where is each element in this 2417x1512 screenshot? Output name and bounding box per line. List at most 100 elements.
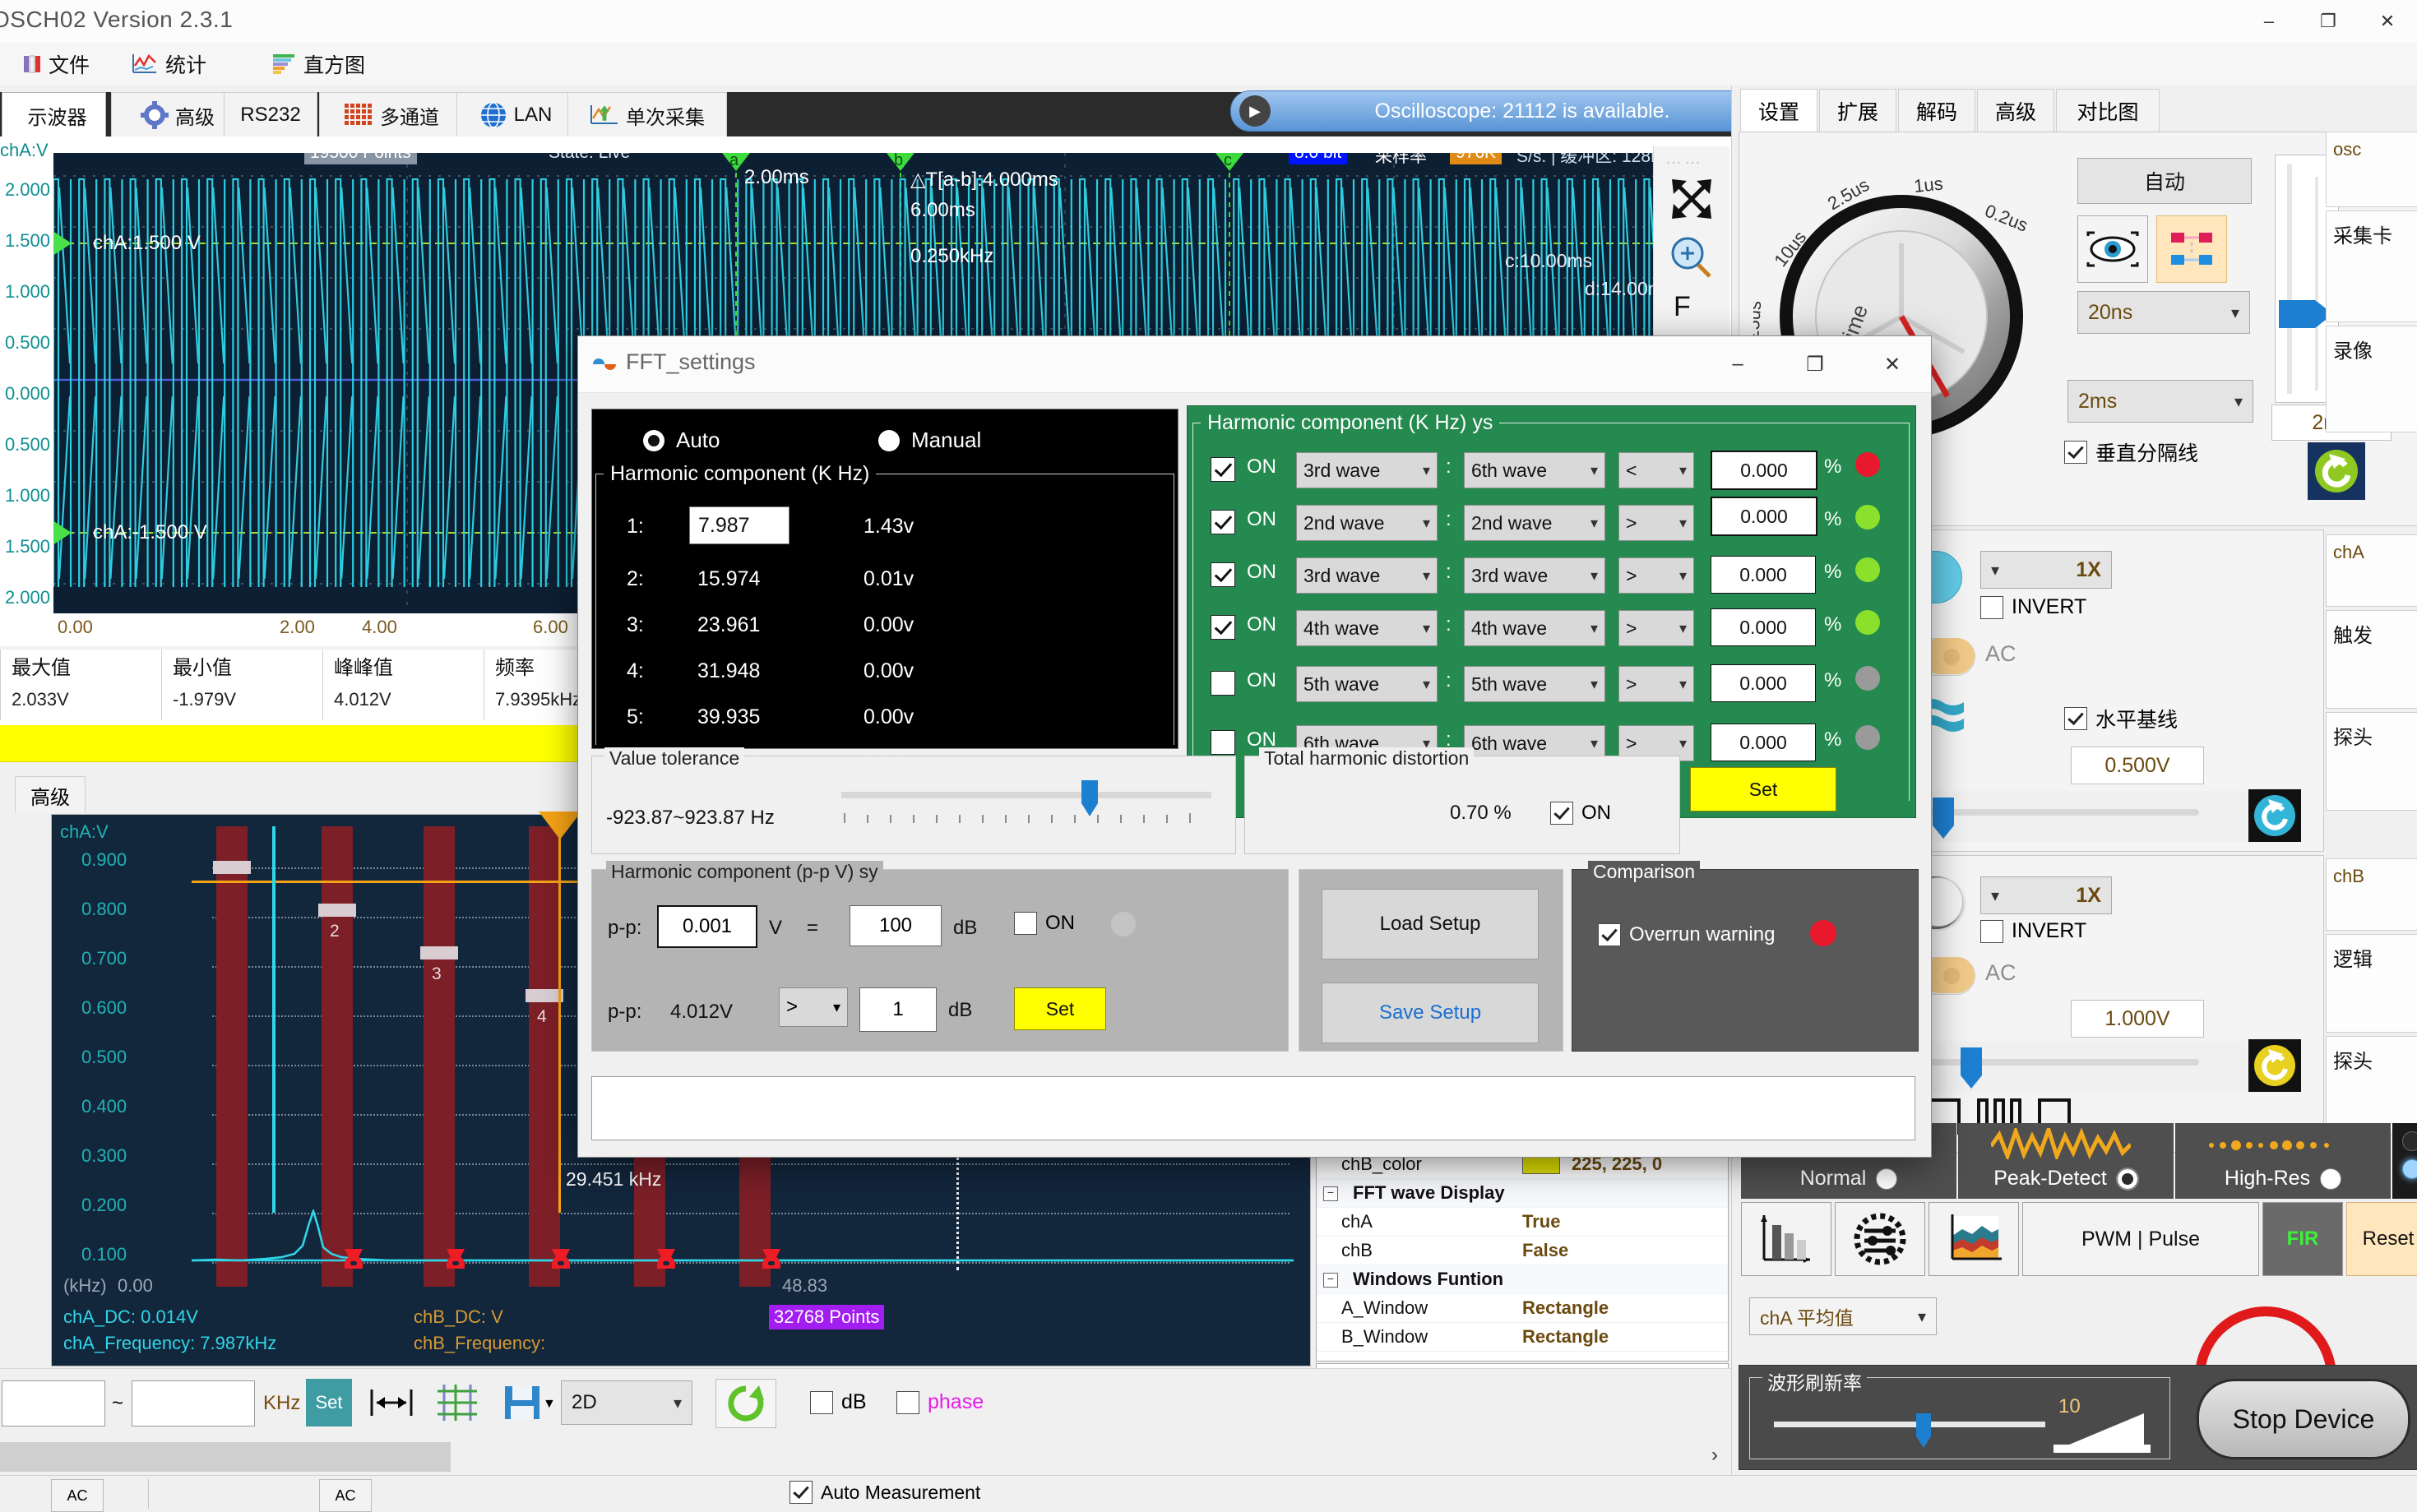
pp-row1-db-input[interactable]: 100: [850, 905, 942, 946]
ys-row-4-wave-b-select[interactable]: 4th wave ▾: [1464, 610, 1605, 646]
phase-checkbox-box[interactable]: [896, 1390, 919, 1414]
side-label-logic[interactable]: 逻辑: [2326, 934, 2417, 1033]
ys-row-3-value-input[interactable]: 0.000: [1711, 556, 1816, 594]
prop-row-b-window[interactable]: B_Window Rectangle: [1317, 1323, 1728, 1352]
fit-width-icon[interactable]: [362, 1379, 421, 1426]
dialog-minimize-button[interactable]: –: [1699, 336, 1776, 392]
area-chart-icon[interactable]: [1929, 1202, 2019, 1276]
mode-manual-radio-group[interactable]: Manual: [878, 428, 981, 453]
ys-row-2-wave-a-select[interactable]: 2nd wave ▾: [1296, 505, 1438, 541]
stop-device-button[interactable]: Stop Device: [2197, 1379, 2410, 1459]
tab-lan[interactable]: LAN: [456, 92, 575, 137]
freq-range-from-input[interactable]: [2, 1380, 105, 1426]
ys-row-3-wave-b-select[interactable]: 3rd wave ▾: [1464, 557, 1605, 594]
tab-multichannel[interactable]: 多通道: [319, 92, 464, 137]
ys-row-4-operator-select[interactable]: > ▾: [1618, 610, 1694, 646]
prop-row-chb[interactable]: chB False: [1317, 1237, 1728, 1265]
eye-icon[interactable]: [2077, 215, 2148, 283]
freq-range-to-input[interactable]: [132, 1380, 255, 1426]
reset-button[interactable]: Reset: [2346, 1202, 2417, 1276]
prop-group-windows-function[interactable]: − Windows Funtion: [1317, 1265, 1728, 1294]
side-label-cha[interactable]: chA: [2326, 534, 2417, 607]
side-label-acq-card[interactable]: 采集卡: [2326, 210, 2417, 322]
side-label-osc[interactable]: osc: [2326, 132, 2417, 207]
trigger-high-handle[interactable]: [53, 229, 72, 257]
pp-row2-db-input[interactable]: 1: [859, 987, 937, 1032]
drag-handle-dots[interactable]: ……: [1665, 150, 1703, 169]
ys-row-2-checkbox[interactable]: [1211, 510, 1235, 534]
average-select[interactable]: chA 平均值 ▾: [1749, 1297, 1937, 1335]
pp-set-button[interactable]: Set: [1014, 987, 1106, 1030]
vertical-divider-checkbox[interactable]: 垂直分隔线: [2064, 437, 2198, 467]
side-label-probe-a[interactable]: 探头: [2326, 712, 2417, 811]
ys-row-5-value-input[interactable]: 0.000: [1711, 664, 1816, 702]
timebase-coarse-select[interactable]: 2ms ▾: [2067, 380, 2253, 423]
harmonic-row-1-frequency-input[interactable]: 7.987: [689, 506, 789, 544]
grid-icon[interactable]: [428, 1379, 487, 1426]
pp-row1-on-checkbox[interactable]: ON: [1014, 912, 1075, 935]
mode-auto-radio-group[interactable]: Auto: [643, 428, 720, 453]
window-minimize-button[interactable]: –: [2239, 0, 2299, 43]
phase-checkbox[interactable]: phase: [896, 1390, 984, 1414]
chb-coupling-button[interactable]: AC: [319, 1479, 372, 1512]
tab-oscilloscope[interactable]: 示波器: [2, 92, 106, 137]
cha-invert-checkbox-box[interactable]: [1980, 595, 2003, 619]
auto-measurement-checkbox-box[interactable]: [789, 1481, 813, 1504]
side-label-probe-b[interactable]: 探头: [2326, 1036, 2417, 1135]
prop-row-cha[interactable]: chA True: [1317, 1208, 1728, 1237]
gen-mode-sine-radio[interactable]: [2402, 1131, 2417, 1151]
ys-row-3-operator-select[interactable]: > ▾: [1618, 557, 1694, 594]
refresh-rate-thumb[interactable]: [1916, 1413, 1931, 1436]
zoom-in-icon[interactable]: [1667, 234, 1715, 281]
harmonic-set-button[interactable]: Set: [1690, 767, 1836, 811]
freq-range-set-button[interactable]: Set: [306, 1379, 352, 1426]
ys-row-2-value-input[interactable]: 0.000: [1711, 497, 1817, 536]
bar-chart-icon[interactable]: [1741, 1202, 1831, 1276]
chb-probe-select[interactable]: ▾ 1X: [1980, 876, 2112, 914]
mode-manual-radio[interactable]: [878, 429, 900, 451]
db-checkbox-box[interactable]: [810, 1390, 833, 1414]
auto-button[interactable]: 自动: [2077, 158, 2252, 204]
ys-row-1-checkbox[interactable]: [1211, 457, 1235, 482]
ys-row-5-checkbox[interactable]: [1211, 671, 1235, 696]
thd-on-checkbox[interactable]: ON: [1550, 802, 1611, 825]
ys-row-1-wave-b-select[interactable]: 6th wave ▾: [1464, 452, 1605, 488]
pp-row2-operator-select[interactable]: > ▾: [779, 987, 848, 1027]
tab-settings[interactable]: 设置: [1740, 89, 1817, 132]
thd-on-checkbox-box[interactable]: [1550, 802, 1573, 825]
db-checkbox[interactable]: dB: [810, 1390, 867, 1414]
cha-probe-select[interactable]: ▾ 1X: [1980, 551, 2112, 589]
ys-row-2-wave-b-select[interactable]: 2nd wave ▾: [1464, 505, 1605, 541]
expand-more-icon[interactable]: ›: [1711, 1444, 1718, 1467]
prop-row-a-window[interactable]: A_Window Rectangle: [1317, 1294, 1728, 1323]
f-icon[interactable]: F: [1674, 291, 1691, 323]
collapse-icon-fft-wave-display[interactable]: −: [1323, 1186, 1338, 1201]
acq-mode-normal-radio[interactable]: [1876, 1168, 1898, 1190]
acq-mode-peak-detect-radio[interactable]: [2116, 1168, 2138, 1190]
window-maximize-button[interactable]: ❐: [2299, 0, 2358, 43]
dialog-close-button[interactable]: ✕: [1854, 336, 1931, 392]
side-label-trigger[interactable]: 触发: [2326, 610, 2417, 709]
timebase-slider-thumb[interactable]: [2279, 300, 2315, 328]
pwm-pulse-button[interactable]: PWM | Pulse: [2022, 1202, 2259, 1276]
ys-row-5-wave-a-select[interactable]: 5th wave ▾: [1296, 666, 1438, 702]
prop-group-fft-wave-display[interactable]: − FFT wave Display: [1317, 1179, 1728, 1208]
cha-baseline-checkbox[interactable]: 水平基线: [2064, 704, 2178, 733]
save-setup-button[interactable]: Save Setup: [1322, 983, 1539, 1043]
dimension-select[interactable]: 2D ▾: [561, 1380, 692, 1425]
cha-reset-icon[interactable]: [2248, 789, 2301, 842]
overrun-warning-checkbox-box[interactable]: [1598, 923, 1621, 946]
cha-coupling-button[interactable]: AC: [51, 1479, 104, 1512]
vertical-divider-checkbox-box[interactable]: [2064, 441, 2087, 464]
property-tree[interactable]: chB_color 225, 225, 0 − FFT wave Display…: [1316, 1149, 1729, 1362]
mode-auto-radio[interactable]: [643, 429, 664, 451]
trigger-low-handle[interactable]: [53, 519, 72, 547]
menu-item-statistics[interactable]: 统计: [123, 49, 215, 80]
ys-row-1-value-input[interactable]: 0.000: [1711, 451, 1817, 490]
menu-item-histogram[interactable]: 直方图: [263, 49, 373, 80]
expand-icon[interactable]: [1667, 174, 1716, 224]
tab-extensions[interactable]: 扩展: [1819, 89, 1896, 132]
ys-row-3-wave-a-select[interactable]: 3rd wave ▾: [1296, 557, 1438, 594]
tab-single-capture[interactable]: 单次采集: [567, 92, 727, 137]
side-label-chb[interactable]: chB: [2326, 858, 2417, 931]
